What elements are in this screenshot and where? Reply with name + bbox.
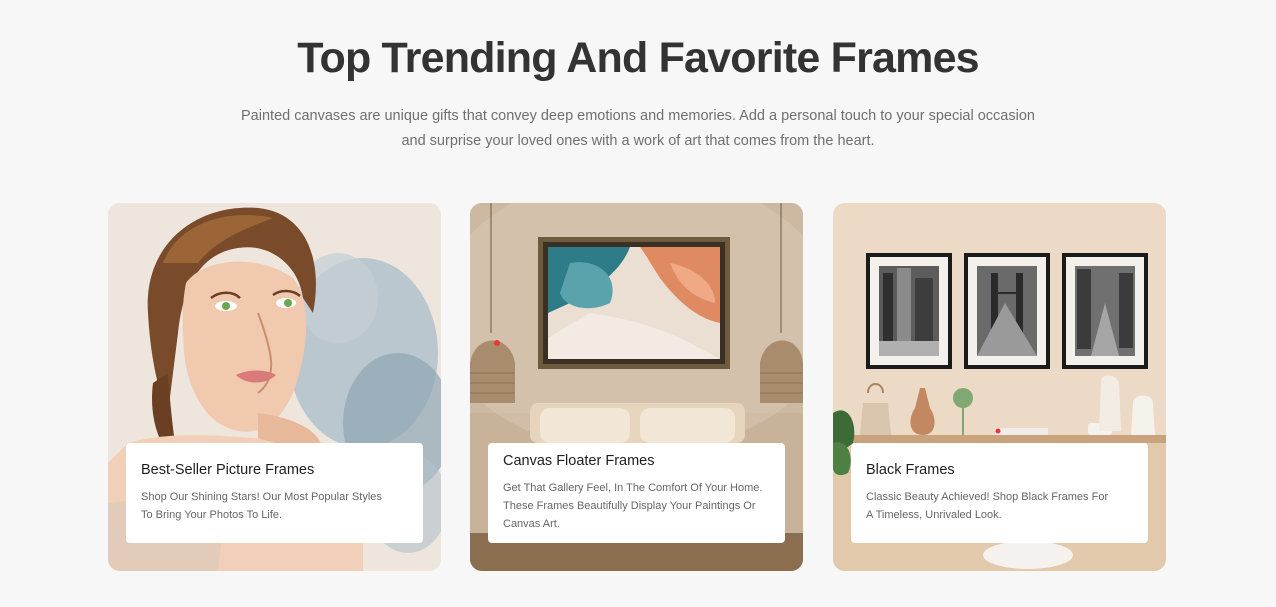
card-caption: Black Frames Classic Beauty Achieved! Sh…: [851, 443, 1148, 543]
description-line: Shop Our Shining Stars! Our Most Popular…: [141, 491, 382, 503]
description-line: A Timeless, Unrivaled Look.: [866, 509, 1002, 521]
card-title[interactable]: Best-Seller Picture Frames: [141, 462, 409, 478]
card-title[interactable]: Canvas Floater Frames: [503, 453, 771, 469]
card-description: Classic Beauty Achieved! Shop Black Fram…: [866, 488, 1134, 524]
description-line: These Frames Beautifully Display Your Pa…: [503, 500, 756, 512]
description-line: To Bring Your Photos To Life.: [141, 509, 283, 521]
card-caption: Canvas Floater Frames Get That Gallery F…: [488, 443, 785, 543]
card-best-seller-picture-frames[interactable]: Best-Seller Picture Frames Shop Our Shin…: [108, 203, 441, 571]
description-line: Canvas Art.: [503, 518, 560, 530]
card-caption: Best-Seller Picture Frames Shop Our Shin…: [126, 443, 423, 543]
card-description: Shop Our Shining Stars! Our Most Popular…: [141, 488, 409, 524]
subtitle-line: Painted canvases are unique gifts that c…: [241, 108, 1035, 124]
card-black-frames[interactable]: Black Frames Classic Beauty Achieved! Sh…: [833, 203, 1166, 571]
description-line: Get That Gallery Feel, In The Comfort Of…: [503, 482, 763, 494]
card-canvas-floater-frames[interactable]: Canvas Floater Frames Get That Gallery F…: [470, 203, 803, 571]
card-title[interactable]: Black Frames: [866, 462, 1134, 478]
card-description: Get That Gallery Feel, In The Comfort Of…: [503, 479, 771, 533]
section-heading: Top Trending And Favorite Frames: [297, 34, 979, 82]
description-line: Classic Beauty Achieved! Shop Black Fram…: [866, 491, 1109, 503]
section-subtitle: Painted canvases are unique gifts that c…: [238, 104, 1038, 154]
subtitle-line: and surprise your loved ones with a work…: [401, 133, 875, 149]
